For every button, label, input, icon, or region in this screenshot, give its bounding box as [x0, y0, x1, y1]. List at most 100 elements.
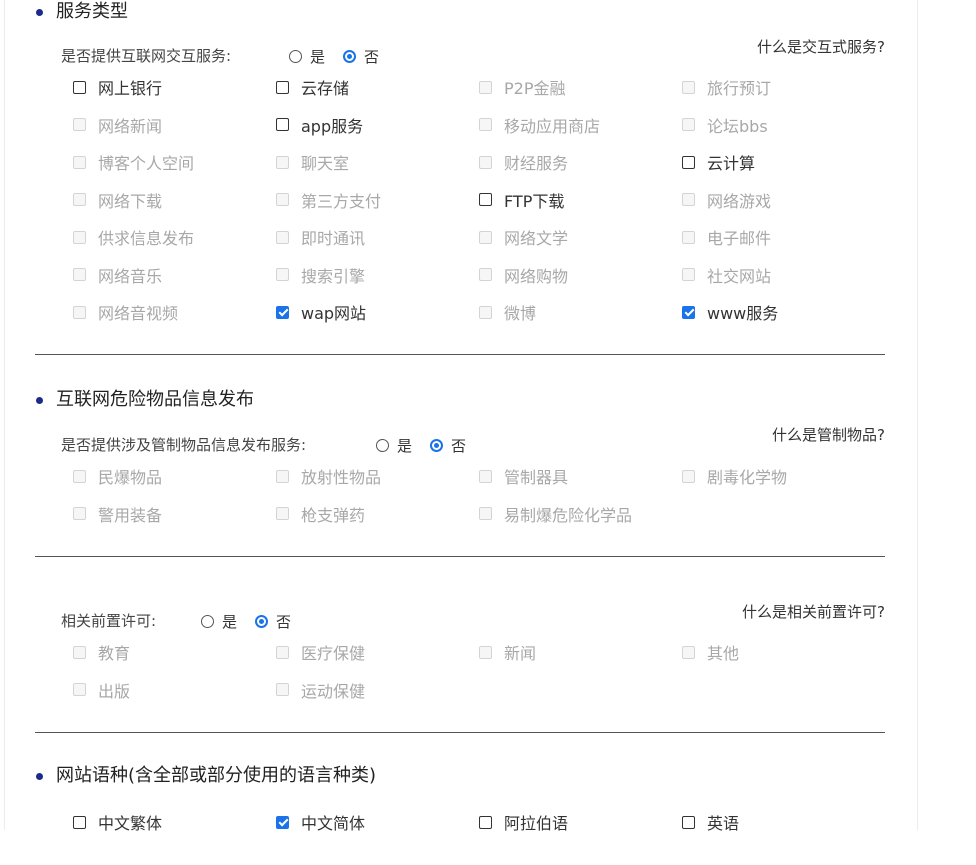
radio-yes-icon[interactable] [201, 614, 214, 628]
checkbox-checked-icon[interactable] [682, 305, 695, 319]
checkbox-option[interactable]: 阿拉伯语 [479, 811, 568, 833]
help-link-pre-license[interactable]: 什么是相关前置许可? [742, 601, 885, 623]
checkbox-label: 中文简体 [301, 814, 366, 833]
checkbox-icon [73, 507, 86, 520]
checkbox-icon [479, 469, 492, 483]
checkbox-option: 放射性物品 [276, 465, 381, 487]
checkbox-icon[interactable] [73, 80, 86, 94]
checkbox-option: P2P金融 [479, 76, 565, 98]
checkbox-row: 供求信息发布 即时通讯 网络文学 电子邮件 [73, 226, 885, 264]
checkbox-icon [73, 193, 86, 206]
checkbox-label: 警用装备 [98, 505, 163, 525]
checkbox-row: 网上银行 云存储 P2P金融 旅行预订 [73, 76, 885, 114]
checkbox-label: 剧毒化学物 [707, 468, 788, 487]
checkbox-option[interactable]: 网上银行 [73, 76, 162, 98]
checkbox-option[interactable]: 中文简体 [276, 811, 365, 833]
checkbox-label: 放射性物品 [301, 468, 382, 487]
checkbox-option[interactable]: FTP下载 [479, 189, 564, 211]
checkbox-option: 剧毒化学物 [682, 465, 787, 487]
checkbox-option[interactable]: www服务 [682, 301, 778, 323]
checkbox-label: 博客个人空间 [98, 154, 195, 173]
pre-license-radio-yes[interactable]: 是 [201, 611, 237, 632]
divider [35, 354, 885, 355]
help-link-interactive-service[interactable]: 什么是交互式服务? [757, 36, 885, 58]
checkbox-icon[interactable] [73, 815, 86, 829]
languages-checkbox-grid: 中文繁体 中文简体 阿拉伯语 英语 [73, 811, 885, 849]
checkbox-label: 社交网站 [707, 266, 772, 286]
checkbox-icon [479, 268, 492, 281]
checkbox-label: app服务 [301, 116, 364, 136]
controlled-goods-question: 是否提供涉及管制物品信息发布服务: [61, 436, 307, 454]
checkbox-label: 网络下载 [98, 191, 163, 211]
pre-license-radio-no[interactable]: 否 [255, 611, 291, 632]
checkbox-label: 网络购物 [504, 266, 569, 286]
checkbox-option[interactable]: 英语 [682, 811, 739, 833]
checkbox-option[interactable]: 中文繁体 [73, 811, 162, 833]
help-link-controlled-goods[interactable]: 什么是管制物品? [772, 424, 885, 446]
radio-no-icon[interactable] [343, 49, 357, 63]
checkbox-label: 其他 [707, 644, 740, 663]
checkbox-option[interactable]: wap网站 [276, 301, 366, 323]
checkbox-label: 网络新闻 [98, 116, 163, 136]
dangerous-goods-checkbox-grid: 民爆物品 放射性物品 管制器具 剧毒化学物 警用装备 枪支弹药 易制爆危险化学品 [73, 465, 885, 540]
checkbox-option: 电子邮件 [682, 226, 771, 248]
checkbox-label: 微博 [504, 304, 537, 323]
checkbox-label: 搜索引擎 [301, 266, 366, 286]
checkbox-option[interactable]: app服务 [276, 114, 363, 136]
checkbox-icon [73, 155, 86, 169]
checkbox-label: 中文繁体 [98, 814, 163, 833]
checkbox-label: 运动保健 [301, 681, 366, 701]
radio-yes-icon[interactable] [376, 438, 389, 452]
checkbox-row: 网络音视频 wap网站 微博 www服务 [73, 301, 885, 339]
checkbox-label: 论坛bbs [707, 116, 768, 136]
checkbox-option: 即时通讯 [276, 226, 365, 248]
checkbox-row: 教育 医疗保健 新闻 其他 [73, 641, 885, 679]
checkbox-icon[interactable] [479, 815, 492, 829]
checkbox-icon[interactable] [276, 118, 289, 131]
checkbox-label: 新闻 [504, 644, 537, 663]
checkbox-label: 旅行预订 [707, 79, 772, 98]
service-type-checkbox-grid: 网上银行 云存储 P2P金融 旅行预订网络新闻 app服务 移动应用商店 论坛bbs 博客个人… [73, 76, 885, 339]
checkbox-row: 网络音乐 搜索引擎 网络购物 社交网站 [73, 264, 885, 302]
checkbox-row: 网络下载 第三方支付 FTP下载 网络游戏 [73, 189, 885, 227]
checkbox-label: 云存储 [301, 79, 350, 98]
checkbox-icon[interactable] [682, 155, 695, 169]
checkbox-option: 聊天室 [276, 151, 349, 173]
checkbox-icon [73, 645, 86, 659]
checkbox-option: 社交网站 [682, 264, 771, 286]
section-title-service-type: 服务类型 [56, 1, 128, 22]
checkbox-icon [479, 507, 492, 520]
checkbox-row: 网络新闻 app服务 移动应用商店 论坛bbs [73, 114, 885, 152]
checkbox-option: 财经服务 [479, 151, 568, 173]
checkbox-option: 移动应用商店 [479, 114, 600, 136]
checkbox-label: 易制爆危险化学品 [504, 505, 633, 525]
interactive-service-radio-no[interactable]: 否 [343, 46, 379, 67]
checkbox-option: 其他 [682, 641, 739, 663]
interactive-service-radio-yes[interactable]: 是 [289, 46, 325, 67]
checkbox-option: 网络音乐 [73, 264, 162, 286]
checkbox-icon [479, 118, 492, 131]
checkbox-option[interactable]: 云存储 [276, 76, 349, 98]
checkbox-label: wap网站 [301, 304, 367, 323]
checkbox-option[interactable]: 云计算 [682, 151, 755, 173]
checkbox-icon[interactable] [682, 815, 695, 829]
checkbox-checked-icon[interactable] [276, 815, 289, 829]
radio-yes-icon[interactable] [289, 49, 302, 63]
radio-no-icon[interactable] [255, 614, 269, 628]
radio-no-icon[interactable] [430, 438, 444, 452]
checkbox-label: 网络游戏 [707, 191, 772, 211]
controlled-goods-radio-yes[interactable]: 是 [376, 435, 412, 456]
checkbox-option: 第三方支付 [276, 189, 381, 211]
checkbox-option: 网络新闻 [73, 114, 162, 136]
controlled-goods-radio-no[interactable]: 否 [430, 435, 466, 456]
checkbox-icon [479, 80, 492, 94]
checkbox-icon[interactable] [276, 80, 289, 94]
checkbox-icon [276, 683, 289, 696]
checkbox-icon [276, 230, 289, 244]
checkbox-icon[interactable] [479, 193, 492, 206]
checkbox-checked-icon[interactable] [276, 305, 289, 319]
checkbox-option: 出版 [73, 679, 130, 701]
checkbox-icon [682, 645, 695, 659]
checkbox-icon [479, 645, 492, 659]
checkbox-option: 民爆物品 [73, 465, 162, 487]
